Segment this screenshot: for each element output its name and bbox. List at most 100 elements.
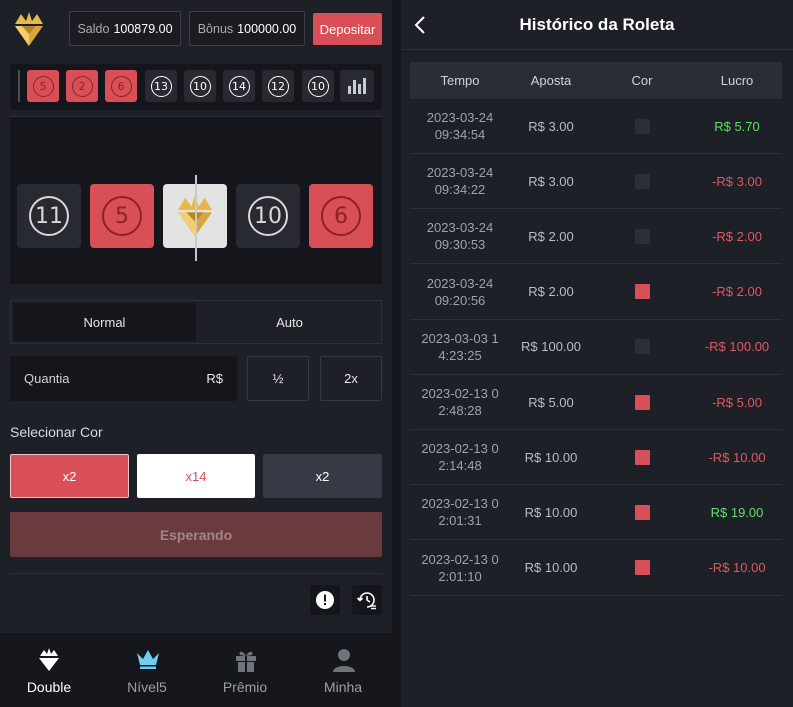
cell-color	[592, 375, 692, 429]
currency-label: R$	[206, 371, 223, 386]
double-amount-button[interactable]: 2x	[320, 356, 382, 401]
bet-white-button[interactable]: x14	[137, 454, 255, 498]
nav-minha-label: Minha	[323, 679, 363, 695]
crown-diamond-icon	[39, 648, 59, 671]
info-button[interactable]	[310, 585, 340, 615]
color-swatch	[634, 284, 650, 300]
table-row: 2023-03-24 09:30:53 R$ 2.00 -R$ 2.00	[410, 209, 782, 265]
nav-premio-label: Prêmio	[222, 679, 268, 695]
roulette-game-panel: Saldo 100879.00 Bônus 100000.00 Deposita…	[0, 0, 392, 707]
gift-icon	[236, 651, 256, 672]
bet-black-button[interactable]: x2	[263, 454, 382, 498]
cell-profit: -R$ 3.00	[712, 173, 762, 189]
nav-nivel[interactable]: Nível5	[98, 633, 196, 707]
cell-profit: -R$ 10.00	[708, 449, 766, 465]
cell-color	[592, 265, 692, 319]
bonus-label: Bônus	[197, 21, 234, 36]
cell-time: 2023-02-13 0 2:48:28	[410, 375, 510, 429]
bet-red-button[interactable]: x2	[10, 454, 129, 498]
crown-diamond-logo-icon[interactable]	[12, 10, 46, 48]
cell-bet: R$ 10.00	[524, 504, 578, 520]
history-header: Histórico da Roleta	[401, 0, 793, 50]
cell-profit: -R$ 2.00	[712, 284, 762, 300]
recent-result-chip: 6	[105, 70, 137, 102]
recent-result-chip: 13	[145, 70, 177, 102]
cell-color	[592, 209, 692, 263]
time-date: 2023-02-13 0	[421, 441, 499, 457]
tab-auto[interactable]: Auto	[198, 301, 381, 343]
result-number: 10	[307, 75, 329, 97]
time-clock: 2:14:48	[438, 458, 482, 474]
tile-number: 5	[102, 196, 142, 236]
roulette-tile: 10	[236, 184, 300, 248]
color-swatch	[634, 449, 650, 465]
table-row: 2023-03-24 09:34:54 R$ 3.00 R$ 5.70	[410, 99, 782, 154]
nav-premio[interactable]: Prêmio	[196, 633, 294, 707]
result-number: 10	[189, 75, 211, 97]
balance-display: Saldo 100879.00	[69, 11, 181, 46]
divider	[10, 573, 382, 574]
cell-time: 2023-02-13 0 2:01:31	[410, 485, 510, 539]
tile-number: 11	[29, 196, 69, 236]
result-number: 6	[110, 75, 132, 97]
waiting-button[interactable]: Esperando	[10, 512, 382, 557]
color-swatch	[634, 118, 650, 134]
roulette-tile: 11	[17, 184, 81, 248]
color-swatch	[634, 504, 650, 520]
tab-normal[interactable]: Normal	[13, 303, 196, 341]
time-clock: 2:01:31	[438, 513, 482, 529]
cell-profit: R$ 5.70	[714, 118, 760, 134]
deposit-button[interactable]: Depositar	[313, 13, 382, 45]
result-number: 13	[150, 75, 172, 97]
mode-tabs: Normal Auto	[10, 300, 382, 344]
recent-result-chip: 12	[262, 70, 294, 102]
cell-time: 2023-03-24 09:34:54	[410, 99, 510, 153]
cell-color	[592, 430, 692, 484]
time-clock: 4:23:25	[438, 347, 482, 363]
cell-time: 2023-03-24 09:34:22	[410, 154, 510, 208]
recent-result-chip: 5	[27, 70, 59, 102]
cell-color	[592, 320, 692, 374]
roulette-tile: 5	[90, 184, 154, 248]
table-row: 2023-03-03 1 4:23:25 R$ 100.00 -R$ 100.00	[410, 320, 782, 375]
cell-bet: R$ 3.00	[528, 173, 574, 189]
cell-time: 2023-02-13 0 2:14:48	[410, 430, 510, 484]
half-amount-button[interactable]: ½	[247, 356, 309, 401]
nav-minha[interactable]: Minha	[294, 633, 392, 707]
color-swatch	[634, 394, 650, 410]
nav-double-label: Double	[26, 679, 72, 695]
time-clock: 2:01:10	[438, 568, 482, 584]
user-icon	[333, 649, 355, 672]
table-row: 2023-03-24 09:34:22 R$ 3.00 -R$ 3.00	[410, 154, 782, 210]
result-number: 14	[228, 75, 250, 97]
stats-chart-button[interactable]	[340, 70, 374, 102]
nav-double[interactable]: Double	[0, 633, 98, 707]
recent-result-chip: 10	[184, 70, 216, 102]
table-row: 2023-02-13 0 2:14:48 R$ 10.00 -R$ 10.00	[410, 430, 782, 486]
table-row: 2023-02-13 0 2:01:31 R$ 10.00 R$ 19.00	[410, 485, 782, 541]
cell-time: 2023-02-13 0 2:01:10	[410, 541, 510, 595]
time-clock: 09:20:56	[434, 292, 486, 308]
col-tempo: Tempo	[440, 73, 480, 88]
recent-results-divider	[18, 70, 20, 102]
col-lucro: Lucro	[720, 73, 754, 88]
cell-bet: R$ 10.00	[524, 560, 578, 576]
amount-input[interactable]: Quantia R$	[10, 356, 237, 401]
time-clock: 09:34:22	[434, 182, 486, 198]
history-button[interactable]	[352, 585, 382, 615]
crown-icon	[137, 650, 159, 669]
time-date: 2023-03-24	[426, 220, 494, 236]
bonus-display: Bônus 100000.00	[189, 11, 305, 46]
cell-profit: -R$ 5.00	[712, 394, 762, 410]
recent-result-chip: 10	[302, 70, 334, 102]
color-swatch	[634, 228, 650, 244]
time-date: 2023-02-13 0	[421, 496, 499, 512]
tile-number: 6	[321, 196, 361, 236]
cell-color	[592, 541, 692, 595]
cell-time: 2023-03-24 09:30:53	[410, 209, 510, 263]
time-clock: 09:30:53	[434, 237, 486, 253]
col-aposta: Aposta	[530, 73, 572, 88]
time-clock: 2:48:28	[438, 403, 482, 418]
color-swatch	[634, 560, 650, 576]
cell-time: 2023-03-03 1 4:23:25	[410, 320, 510, 374]
